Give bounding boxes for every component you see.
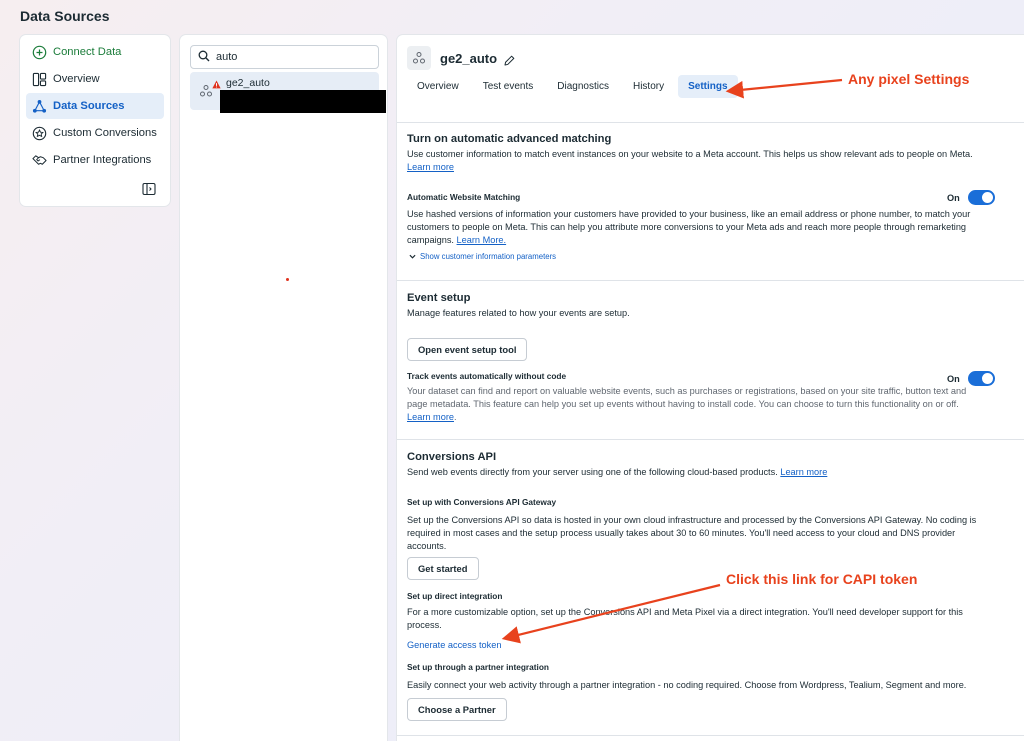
tab-diagnostics[interactable]: Diagnostics [547, 75, 619, 98]
setting-desc: Easily connect your web activity through… [407, 680, 967, 690]
section-desc: Use customer information to match event … [407, 149, 973, 159]
star-badge-icon [31, 125, 47, 141]
section-heading: Conversions API [407, 451, 497, 463]
event-setup-section: Event setup Manage features related to h… [407, 292, 1007, 320]
direct-integration-section: Set up direct integration For a more cus… [407, 591, 1007, 632]
tab-test-events[interactable]: Test events [473, 75, 544, 98]
sidebar-item-connect-data[interactable]: Connect Data [26, 39, 164, 65]
section-desc: Send web events directly from your serve… [407, 467, 778, 477]
setting-desc: Your dataset can find and report on valu… [407, 386, 967, 409]
sidebar-item-partner-integrations[interactable]: Partner Integrations [26, 147, 164, 173]
punctuation: . [453, 412, 457, 422]
search-field[interactable] [190, 45, 379, 69]
section-heading: Turn on automatic advanced matching [407, 133, 612, 145]
sidebar-item-label: Data Sources [53, 100, 125, 112]
setting-title: Automatic Website Matching [407, 192, 521, 202]
track-events-toggle[interactable] [967, 371, 995, 386]
divider [397, 122, 1024, 123]
sidebar-item-label: Connect Data [53, 46, 122, 58]
track-events-section: Track events automatically without code … [407, 371, 1007, 424]
aam-section: Turn on automatic advanced matching Use … [407, 133, 1007, 174]
setting-desc: For a more customizable option, set up t… [407, 607, 963, 630]
sidebar-nav: Connect Data Overview Data Sources Custo… [20, 35, 170, 206]
partner-section: Set up through a partner integration Eas… [407, 662, 1007, 692]
learn-more-link[interactable]: Learn more [407, 412, 454, 422]
warning-icon [212, 76, 221, 89]
show-params-label: Show customer information parameters [420, 252, 557, 261]
setting-title: Set up with Conversions API Gateway [407, 497, 557, 507]
tab-bar: Overview Test events Diagnostics History… [407, 75, 742, 98]
pixel-icon [407, 46, 431, 70]
sidebar-item-label: Overview [53, 73, 100, 85]
awm-toggle[interactable] [967, 190, 995, 205]
detail-title: ge2_auto [440, 50, 498, 66]
sidebar-item-custom-conversions[interactable]: Custom Conversions [26, 120, 164, 146]
chevron-down-icon [409, 254, 416, 259]
nodes-icon [31, 98, 47, 114]
pencil-icon[interactable] [504, 53, 515, 65]
setting-title: Track events automatically without code [407, 371, 567, 381]
toggle-state: On [947, 373, 960, 384]
toggle-state: On [947, 192, 960, 203]
generate-access-token-link[interactable]: Generate access token [407, 639, 501, 652]
detail-header: ge2_auto [407, 46, 515, 70]
section-desc: Manage features related to how your even… [407, 308, 630, 318]
pixel-icon [199, 84, 213, 98]
tab-settings[interactable]: Settings [678, 75, 738, 98]
show-params-link[interactable]: Show customer information parameters [409, 252, 556, 261]
section-heading: Event setup [407, 292, 471, 304]
list-item-name: ge2_auto [226, 77, 270, 89]
sidebar-item-data-sources[interactable]: Data Sources [26, 93, 164, 119]
open-event-setup-button[interactable]: Open event setup tool [407, 338, 528, 361]
track-toggle-group: On [947, 371, 995, 386]
setting-title: Set up direct integration [407, 591, 503, 601]
setting-title: Set up through a partner integration [407, 662, 549, 672]
tab-overview[interactable]: Overview [407, 75, 469, 98]
detail-panel: ge2_auto Overview Test events Diagnostic… [397, 35, 1024, 741]
divider [397, 735, 1024, 736]
sidebar-item-label: Custom Conversions [53, 127, 157, 139]
sidebar-toggle-icon[interactable] [142, 182, 156, 196]
learn-more-link[interactable]: Learn more [407, 162, 454, 172]
data-source-list: ge2_auto [180, 35, 387, 741]
setting-desc: Set up the Conversions API so data is ho… [407, 515, 977, 551]
awm-section: Automatic Website Matching Use hashed ve… [407, 192, 1007, 247]
layout-icon [31, 71, 47, 87]
annotation-capi-note: Click this link for CAPI token [726, 571, 918, 587]
sidebar-item-label: Partner Integrations [53, 154, 152, 166]
annotation-settings-note: Any pixel Settings [848, 71, 970, 87]
gateway-section: Set up with Conversions API Gateway Set … [407, 497, 1007, 553]
learn-more-link[interactable]: Learn more [780, 467, 827, 477]
learn-more-link[interactable]: Learn More. [457, 235, 507, 245]
plus-circle-icon [31, 44, 47, 60]
redacted-block [220, 90, 386, 113]
divider [397, 280, 1024, 281]
divider [397, 439, 1024, 440]
search-input[interactable] [216, 51, 371, 63]
handshake-icon [31, 152, 47, 168]
choose-partner-button[interactable]: Choose a Partner [407, 698, 507, 721]
tab-history[interactable]: History [623, 75, 674, 98]
capi-section: Conversions API Send web events directly… [407, 451, 1007, 479]
page-title: Data Sources [20, 8, 110, 24]
awm-toggle-group: On [947, 190, 995, 205]
cursor-dot [286, 278, 289, 281]
search-icon [198, 50, 210, 65]
get-started-button[interactable]: Get started [407, 557, 479, 580]
sidebar-item-overview[interactable]: Overview [26, 66, 164, 92]
